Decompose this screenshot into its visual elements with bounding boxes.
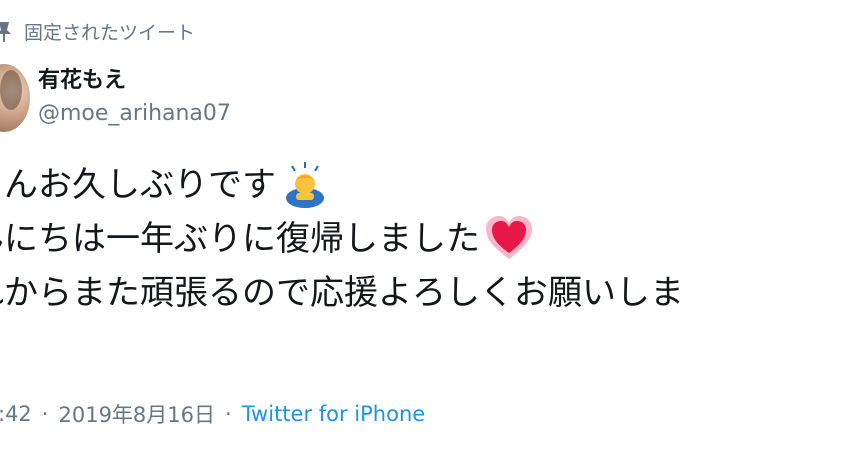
tweet-metadata: :42 · 2019年8月16日 · Twitter for iPhone [0, 399, 425, 429]
tweet-line: れからまた頑張るので応援よろしくお願いしま [0, 266, 684, 320]
pinned-label: 固定されたツイート [24, 21, 196, 44]
avatar[interactable] [0, 64, 30, 132]
tweet-line-text: さんお久しぶりです [0, 165, 276, 205]
tweet-line-text: んにちは一年ぶりに復帰しました [0, 219, 480, 259]
person-bowing-emoji-icon [280, 160, 330, 210]
pinned-tweet-indicator: 固定されたツイート [0, 16, 195, 46]
tweet-date[interactable]: 2019年8月16日 [58, 399, 215, 429]
meta-separator: · [41, 402, 49, 426]
user-handle[interactable]: @moe_arihana07 [38, 101, 231, 126]
beating-heart-emoji-icon [484, 214, 534, 264]
tweet-line: んにちは一年ぶりに復帰しました [0, 212, 684, 266]
tweet-time[interactable]: :42 [0, 402, 32, 426]
meta-separator: · [225, 402, 232, 426]
tweet-line-text: れからまた頑張るので応援よろしくお願いしま [0, 273, 684, 313]
tweet-card: 固定されたツイート 有花もえ @moe_arihana07 さんお久しぶりです … [0, 0, 850, 450]
display-name[interactable]: 有花もえ [38, 62, 126, 94]
tweet-line: さんお久しぶりです [0, 158, 684, 212]
pin-icon [0, 20, 12, 42]
tweet-text: さんお久しぶりです んにちは一年ぶりに復帰しました れからまた頑張るので応援よろ… [0, 158, 684, 320]
tweet-source-link[interactable]: Twitter for iPhone [242, 402, 426, 426]
